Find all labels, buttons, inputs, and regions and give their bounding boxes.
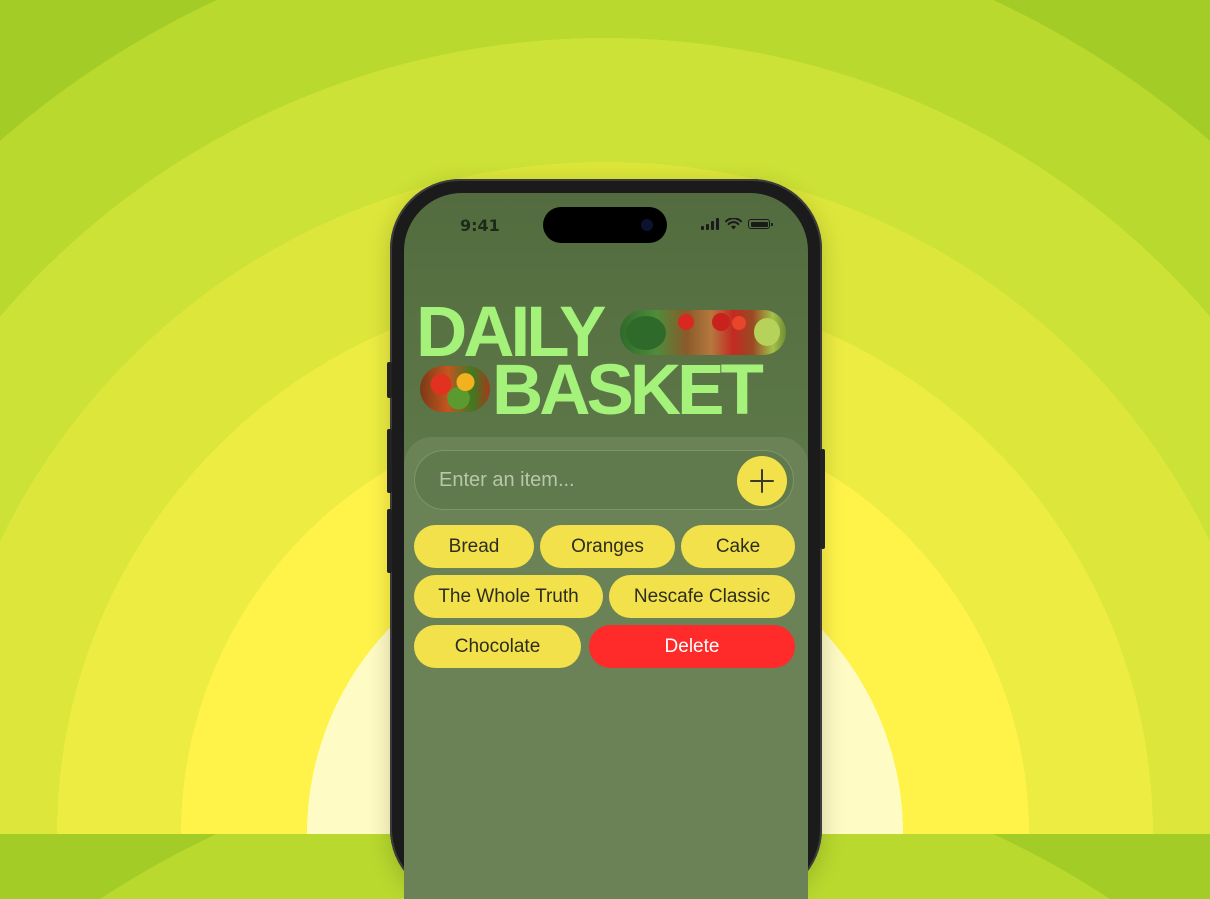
delete-button[interactable]: Delete xyxy=(589,625,795,668)
status-time: 9:41 xyxy=(460,216,500,235)
phone-frame: 9:41 DAILY BASKET Enter an item... Bread… xyxy=(387,179,825,899)
add-item-button[interactable] xyxy=(737,456,787,506)
item-chip-bread[interactable]: Bread xyxy=(414,525,534,568)
plus-icon xyxy=(750,469,774,493)
action-button xyxy=(387,362,392,398)
app-screen: 9:41 DAILY BASKET Enter an item... Bread… xyxy=(404,193,808,899)
item-chip-chocolate[interactable]: Chocolate xyxy=(414,625,581,668)
item-input-container xyxy=(414,450,794,510)
cellular-signal-icon xyxy=(701,218,719,230)
power-button xyxy=(820,449,825,549)
battery-icon xyxy=(748,219,773,229)
camera-icon xyxy=(641,219,653,231)
status-bar: 9:41 xyxy=(404,193,808,253)
vegetables-image xyxy=(420,366,490,412)
wifi-icon xyxy=(725,218,742,230)
title-basket: BASKET xyxy=(492,351,764,430)
volume-down-button xyxy=(387,509,392,573)
produce-basket-image xyxy=(620,310,786,355)
dynamic-island xyxy=(543,207,667,243)
item-chip-the-whole-truth[interactable]: The Whole Truth xyxy=(414,575,603,618)
item-chip-oranges[interactable]: Oranges xyxy=(540,525,675,568)
item-chip-cake[interactable]: Cake xyxy=(681,525,795,568)
shopping-list-panel: Bread Oranges Cake The Whole Truth Nesca… xyxy=(404,437,808,899)
item-input[interactable] xyxy=(437,451,731,510)
status-icons xyxy=(701,218,773,230)
item-chip-nescafe-classic[interactable]: Nescafe Classic xyxy=(609,575,795,618)
volume-up-button xyxy=(387,429,392,493)
